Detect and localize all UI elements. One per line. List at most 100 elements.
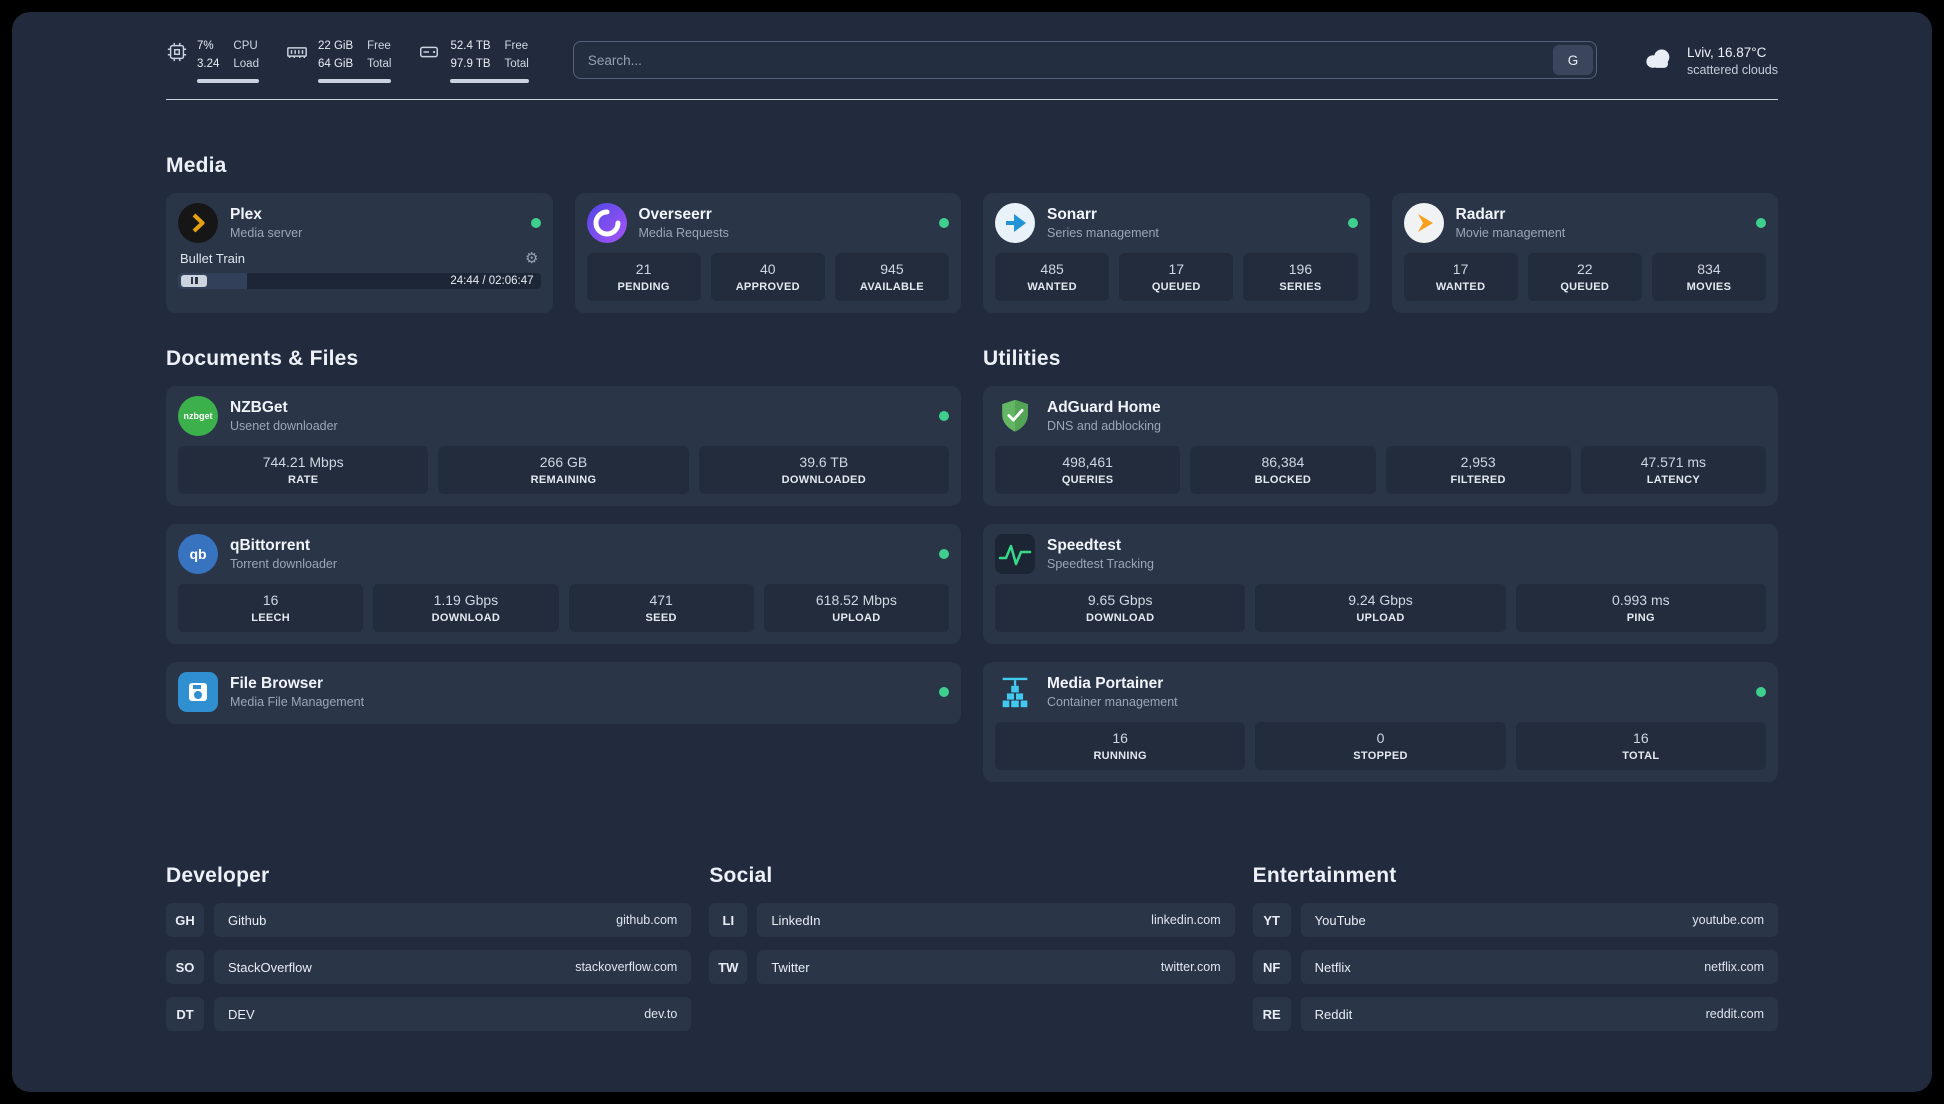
status-dot xyxy=(1756,217,1766,228)
search-bar: G xyxy=(572,41,1597,80)
bookmark-abbr: DT xyxy=(166,997,204,1032)
bookmark-name: Twitter xyxy=(771,959,810,975)
stat-tile: 2,953 FILTERED xyxy=(1385,445,1571,494)
stat-tile: 471 SEED xyxy=(568,584,754,633)
bookmark-group-entertainment: Entertainment YT YouTube youtube.com NF … xyxy=(1252,864,1778,1044)
stat-tile: 47.571 ms LATENCY xyxy=(1580,445,1766,494)
playback-time: 24:44 / 02:06:47 xyxy=(450,274,534,287)
nzbget-icon-text: nzbget xyxy=(183,410,213,421)
gear-icon[interactable]: ⚙ xyxy=(525,251,538,266)
section-title-entertainment: Entertainment xyxy=(1252,864,1397,888)
top-bar: 7% 3.24 CPU Load 22 GiB 64 GiB Free Tota… xyxy=(166,38,1778,83)
bookmark-domain: reddit.com xyxy=(1705,1007,1764,1022)
service-card-speedtest[interactable]: Speedtest Speedtest Tracking 9.65 Gbps DO… xyxy=(983,524,1778,645)
storage-label-bottom: Total xyxy=(504,57,529,70)
service-card-plex[interactable]: Plex Media server Bullet Train ⚙ 24:44 /… xyxy=(166,192,553,313)
section-media: Media Plex Media server Bullet Train ⚙ 2… xyxy=(166,154,1778,313)
bookmark-domain: stackoverflow.com xyxy=(575,960,678,975)
dashboard-page: 7% 3.24 CPU Load 22 GiB 64 GiB Free Tota… xyxy=(12,12,1932,1092)
service-name: Speedtest xyxy=(1047,537,1122,554)
bookmark-group-developer: Developer GH Github github.com SO StackO… xyxy=(166,864,692,1044)
bookmark-linkedin[interactable]: LI LinkedIn linkedin.com xyxy=(709,903,1235,938)
storage-usage-bar xyxy=(450,78,529,83)
storage-icon xyxy=(417,41,441,83)
weather-location: Lviv, 16.87°C xyxy=(1686,45,1767,61)
stat-tile: 834 MOVIES xyxy=(1651,252,1767,301)
service-card-adguard[interactable]: AdGuard Home DNS and adblocking 498,461 Q… xyxy=(983,385,1778,506)
service-subtitle: Media Requests xyxy=(638,225,729,240)
memory-label-bottom: Total xyxy=(367,57,392,70)
service-name: Sonarr xyxy=(1047,205,1097,223)
cpu-widget: 7% 3.24 CPU Load xyxy=(166,38,259,83)
bookmark-twitter[interactable]: TW Twitter twitter.com xyxy=(709,950,1235,985)
service-name: Radarr xyxy=(1455,205,1506,223)
radarr-icon xyxy=(1403,202,1444,243)
portainer-icon xyxy=(995,672,1035,712)
search-engine-button[interactable]: G xyxy=(1552,45,1593,76)
bookmark-dev[interactable]: DT DEV dev.to xyxy=(166,997,692,1032)
stat-tile: 39.6 TB DOWNLOADED xyxy=(698,445,949,494)
playback-seek-bar[interactable]: 24:44 / 02:06:47 xyxy=(178,272,541,289)
bookmark-domain: netflix.com xyxy=(1704,960,1764,975)
bookmark-abbr: SO xyxy=(166,950,204,985)
weather-condition: scattered clouds xyxy=(1686,63,1778,78)
memory-total-value: 64 GiB xyxy=(317,57,354,70)
memory-label-top: Free xyxy=(367,40,391,52)
status-dot xyxy=(939,217,949,228)
search-input[interactable] xyxy=(587,52,1553,68)
service-subtitle: Usenet downloader xyxy=(230,418,338,433)
stat-tile: 0 STOPPED xyxy=(1255,722,1506,771)
stat-tile: 9.65 Gbps DOWNLOAD xyxy=(995,584,1246,633)
bookmark-stackoverflow[interactable]: SO StackOverflow stackoverflow.com xyxy=(166,950,692,985)
bookmark-github[interactable]: GH Github github.com xyxy=(166,903,692,938)
bookmark-domain: twitter.com xyxy=(1160,960,1221,975)
service-name: NZBGet xyxy=(230,398,288,416)
service-card-sonarr[interactable]: Sonarr Series management 485 WANTED 17 QUE… xyxy=(983,192,1370,313)
filebrowser-icon xyxy=(178,672,218,713)
section-title-social: Social xyxy=(709,864,773,888)
storage-total-value: 97.9 TB xyxy=(450,57,491,70)
stat-tile: 21 PENDING xyxy=(586,252,701,301)
adguard-icon xyxy=(995,396,1035,436)
service-card-overseerr[interactable]: Overseerr Media Requests 21 PENDING 40 APP… xyxy=(574,192,961,313)
service-card-filebrowser[interactable]: File Browser Media File Management xyxy=(166,662,961,725)
bookmark-netflix[interactable]: NF Netflix netflix.com xyxy=(1252,950,1778,985)
bookmark-domain: dev.to xyxy=(644,1007,678,1022)
memory-free-value: 22 GiB xyxy=(317,40,354,52)
weather-widget: Lviv, 16.87°C scattered clouds xyxy=(1641,43,1778,78)
service-name: Plex xyxy=(230,205,262,223)
service-name: Media Portainer xyxy=(1047,675,1164,693)
bookmark-reddit[interactable]: RE Reddit reddit.com xyxy=(1252,997,1778,1032)
cpu-label-bottom: Load xyxy=(233,57,259,70)
memory-icon xyxy=(285,41,309,83)
cloud-icon xyxy=(1641,43,1677,78)
service-name: qBittorrent xyxy=(230,537,311,554)
stat-tile: 86,384 BLOCKED xyxy=(1190,445,1376,494)
service-subtitle: DNS and adblocking xyxy=(1047,418,1161,433)
section-two-column: Documents & Files nzbget NZBGet Usenet d… xyxy=(166,347,1778,801)
service-card-qbittorrent[interactable]: qb qBittorrent Torrent downloader 16 LEEC… xyxy=(166,524,961,645)
bookmark-name: DEV xyxy=(228,1006,255,1022)
service-name: Overseerr xyxy=(638,205,712,223)
cpu-usage-bar xyxy=(197,78,259,83)
service-subtitle: Container management xyxy=(1047,695,1178,710)
status-dot xyxy=(939,687,949,698)
bookmark-name: Reddit xyxy=(1314,1006,1353,1022)
stat-tile: 9.24 Gbps UPLOAD xyxy=(1255,584,1506,633)
section-title-documents: Documents & Files xyxy=(166,346,359,370)
status-dot xyxy=(530,217,541,228)
stat-tile: 40 APPROVED xyxy=(710,252,825,301)
status-dot xyxy=(939,410,949,421)
pause-button[interactable] xyxy=(181,274,207,287)
plex-now-playing: Bullet Train ⚙ 24:44 / 02:06:47 xyxy=(178,251,541,289)
service-card-nzbget[interactable]: nzbget NZBGet Usenet downloader 744.21 M… xyxy=(166,385,961,506)
bookmark-youtube[interactable]: YT YouTube youtube.com xyxy=(1252,903,1778,938)
service-card-portainer[interactable]: Media Portainer Container management 16 R… xyxy=(983,662,1778,783)
nzbget-icon: nzbget xyxy=(178,395,218,436)
stat-tile: 17 WANTED xyxy=(1403,252,1518,301)
stat-tile: 744.21 Mbps RATE xyxy=(178,445,429,494)
cpu-load-value: 3.24 xyxy=(197,57,220,70)
service-card-radarr[interactable]: Radarr Movie management 17 WANTED 22 QUEUE… xyxy=(1391,192,1778,313)
bookmark-name: YouTube xyxy=(1314,912,1366,928)
stat-tile: 16 TOTAL xyxy=(1515,722,1766,771)
